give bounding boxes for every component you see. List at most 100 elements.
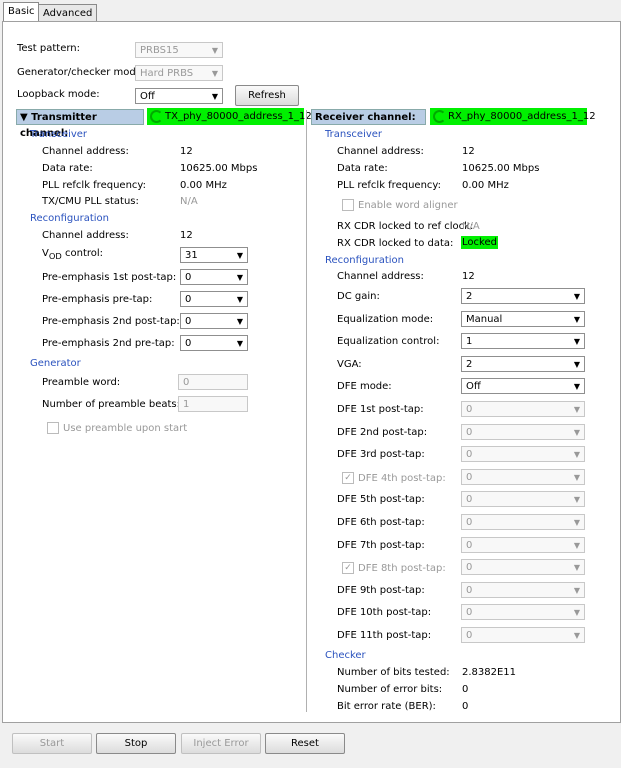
select-value: Off (466, 381, 481, 393)
word-aligner-checkbox[interactable]: Enable word aligner (342, 199, 458, 211)
loopback-value: Off (140, 91, 155, 102)
rx-channel-address: 12 (462, 146, 475, 157)
chevron-down-icon: ▼ (573, 314, 580, 324)
rx-control-select[interactable]: 0 ▼ (461, 581, 585, 598)
pe2p-label: Pre-emphasis 2nd pre-tap: (42, 338, 175, 349)
rx-control-label: DFE 7th post-tap: (337, 539, 425, 551)
generator-mode-select[interactable]: Hard PRBS ▼ (135, 65, 223, 81)
receiver-channel-label: Receiver channel: (315, 112, 416, 123)
rx-channel-name: RX_phy_80000_address_1_12 (448, 111, 596, 122)
pe2p-select[interactable]: 0 ▼ (180, 335, 248, 351)
rx-pll: 0.00 MHz (462, 180, 509, 191)
chevron-down-icon: ▼ (211, 69, 218, 78)
rx-control-select[interactable]: 0 ▼ (461, 559, 585, 576)
stop-button[interactable]: Stop (96, 733, 176, 754)
tx-transceiver-section: Transceiver (30, 129, 88, 140)
pe2-select[interactable]: 0 ▼ (180, 313, 248, 329)
tx-cmu-label: TX/CMU PLL status: (42, 196, 139, 207)
use-preamble-checkbox[interactable]: Use preamble upon start (47, 422, 187, 434)
tx-data-rate-label: Data rate: (42, 163, 93, 174)
chevron-down-icon: ▼ (573, 337, 580, 347)
rx-control-select[interactable]: 2 ▼ (461, 288, 585, 304)
tab-advanced[interactable]: Advanced (38, 4, 98, 22)
rx-control-select[interactable]: 0 ▼ (461, 627, 585, 643)
rx-control-select[interactable]: 0 ▼ (461, 604, 585, 621)
cdr-ref: N/A (462, 221, 480, 232)
cdr-ref-label: RX CDR locked to ref clock: (337, 221, 474, 232)
error-bits: 0 (462, 684, 469, 695)
ber: 0 (462, 701, 469, 712)
reset-button[interactable]: Reset (265, 733, 345, 754)
rx-data-rate: 10625.00 Mbps (462, 163, 540, 174)
beats-input[interactable]: 1 (178, 396, 248, 412)
pep-label: Pre-emphasis pre-tap: (42, 294, 153, 305)
rx-channel-status: RX_phy_80000_address_1_12 (430, 108, 596, 125)
checker-section: Checker (325, 650, 366, 661)
tx-cmu: N/A (180, 196, 198, 207)
tx-rc-channel-label: Channel address: (42, 230, 129, 241)
chevron-down-icon: ▼ (236, 273, 243, 282)
chevron-down-icon: ▼ (573, 472, 580, 482)
rx-channel-address-label: Channel address: (337, 146, 424, 157)
rx-control-select[interactable]: 0 ▼ (461, 446, 585, 463)
receiver-channel-header[interactable]: Receiver channel: (311, 109, 426, 125)
rx-control-label[interactable]: ✓ DFE 4th post-tap: (342, 471, 446, 484)
tab-basic[interactable]: Basic (3, 2, 40, 22)
rx-control-select[interactable]: 0 ▼ (461, 491, 585, 508)
chevron-down-icon: ▼ (211, 46, 218, 55)
test-pattern-label: Test pattern: (17, 43, 80, 54)
select-value: 0 (466, 449, 473, 461)
chevron-down-icon: ▼ (573, 382, 580, 392)
select-value: 0 (466, 471, 473, 483)
checkbox-icon: ✓ (342, 471, 354, 484)
chevron-down-icon: ▼ (573, 608, 580, 618)
transmitter-channel-header[interactable]: ▼ Transmitter channel: (16, 109, 144, 139)
rx-control-select[interactable]: 0 ▼ (461, 536, 585, 553)
select-value: 0 (466, 426, 473, 438)
chevron-down-icon: ▼ (573, 405, 580, 414)
preamble-label: Preamble word: (42, 377, 121, 388)
rx-control-select[interactable]: 0 ▼ (461, 514, 585, 530)
rx-control-label: DFE 3rd post-tap: (337, 449, 425, 461)
chevron-down-icon: ▼ (573, 631, 580, 640)
rx-control-label: Equalization control: (337, 336, 440, 348)
tx-channel-name: TX_phy_80000_address_1_12 (165, 111, 312, 122)
pe1-select[interactable]: 0 ▼ (180, 269, 248, 285)
inject-error-button[interactable]: Inject Error (181, 733, 261, 754)
select-value: Manual (466, 313, 503, 325)
start-button[interactable]: Start (12, 733, 92, 754)
chevron-down-icon: ▼ (236, 339, 243, 348)
rx-data-rate-label: Data rate: (337, 163, 388, 174)
refresh-button[interactable]: Refresh (235, 85, 299, 106)
rx-control-label: VGA: (337, 358, 362, 370)
pep-select[interactable]: 0 ▼ (180, 291, 248, 307)
chevron-down-icon: ▼ (573, 518, 580, 527)
select-value: 1 (466, 336, 473, 348)
loopback-label: Loopback mode: (17, 89, 100, 100)
column-divider (306, 110, 307, 712)
loopback-select[interactable]: Off ▼ (135, 88, 223, 104)
rx-control-select[interactable]: 2 ▼ (461, 355, 585, 372)
rx-control-label: DFE 9th post-tap: (337, 584, 425, 596)
tx-channel-address: 12 (180, 146, 193, 157)
test-pattern-select[interactable]: PRBS15 ▼ (135, 42, 223, 58)
test-pattern-value: PRBS15 (140, 45, 179, 56)
rx-control-select[interactable]: 0 ▼ (461, 401, 585, 417)
rx-control-select[interactable]: 1 ▼ (461, 333, 585, 350)
rx-control-select[interactable]: Off ▼ (461, 378, 585, 395)
cdr-data-label: RX CDR locked to data: (337, 238, 454, 249)
vod-select[interactable]: 31 ▼ (180, 247, 248, 263)
rx-control-select[interactable]: Manual ▼ (461, 310, 585, 327)
rx-control-select[interactable]: 0 ▼ (461, 423, 585, 440)
tx-pll: 0.00 MHz (180, 180, 227, 191)
select-value: 0 (466, 584, 473, 596)
error-bits-label: Number of error bits: (337, 684, 443, 695)
tx-reconfiguration-section: Reconfiguration (30, 213, 109, 224)
chevron-down-icon: ▼ (573, 563, 580, 573)
rx-pll-label: PLL refclk frequency: (337, 180, 441, 191)
rx-control-select[interactable]: 0 ▼ (461, 468, 585, 485)
preamble-input[interactable]: 0 (178, 374, 248, 390)
chevron-down-icon: ▼ (573, 495, 580, 505)
rx-control-label[interactable]: ✓ DFE 8th post-tap: (342, 562, 446, 575)
select-value: 0 (466, 517, 473, 528)
